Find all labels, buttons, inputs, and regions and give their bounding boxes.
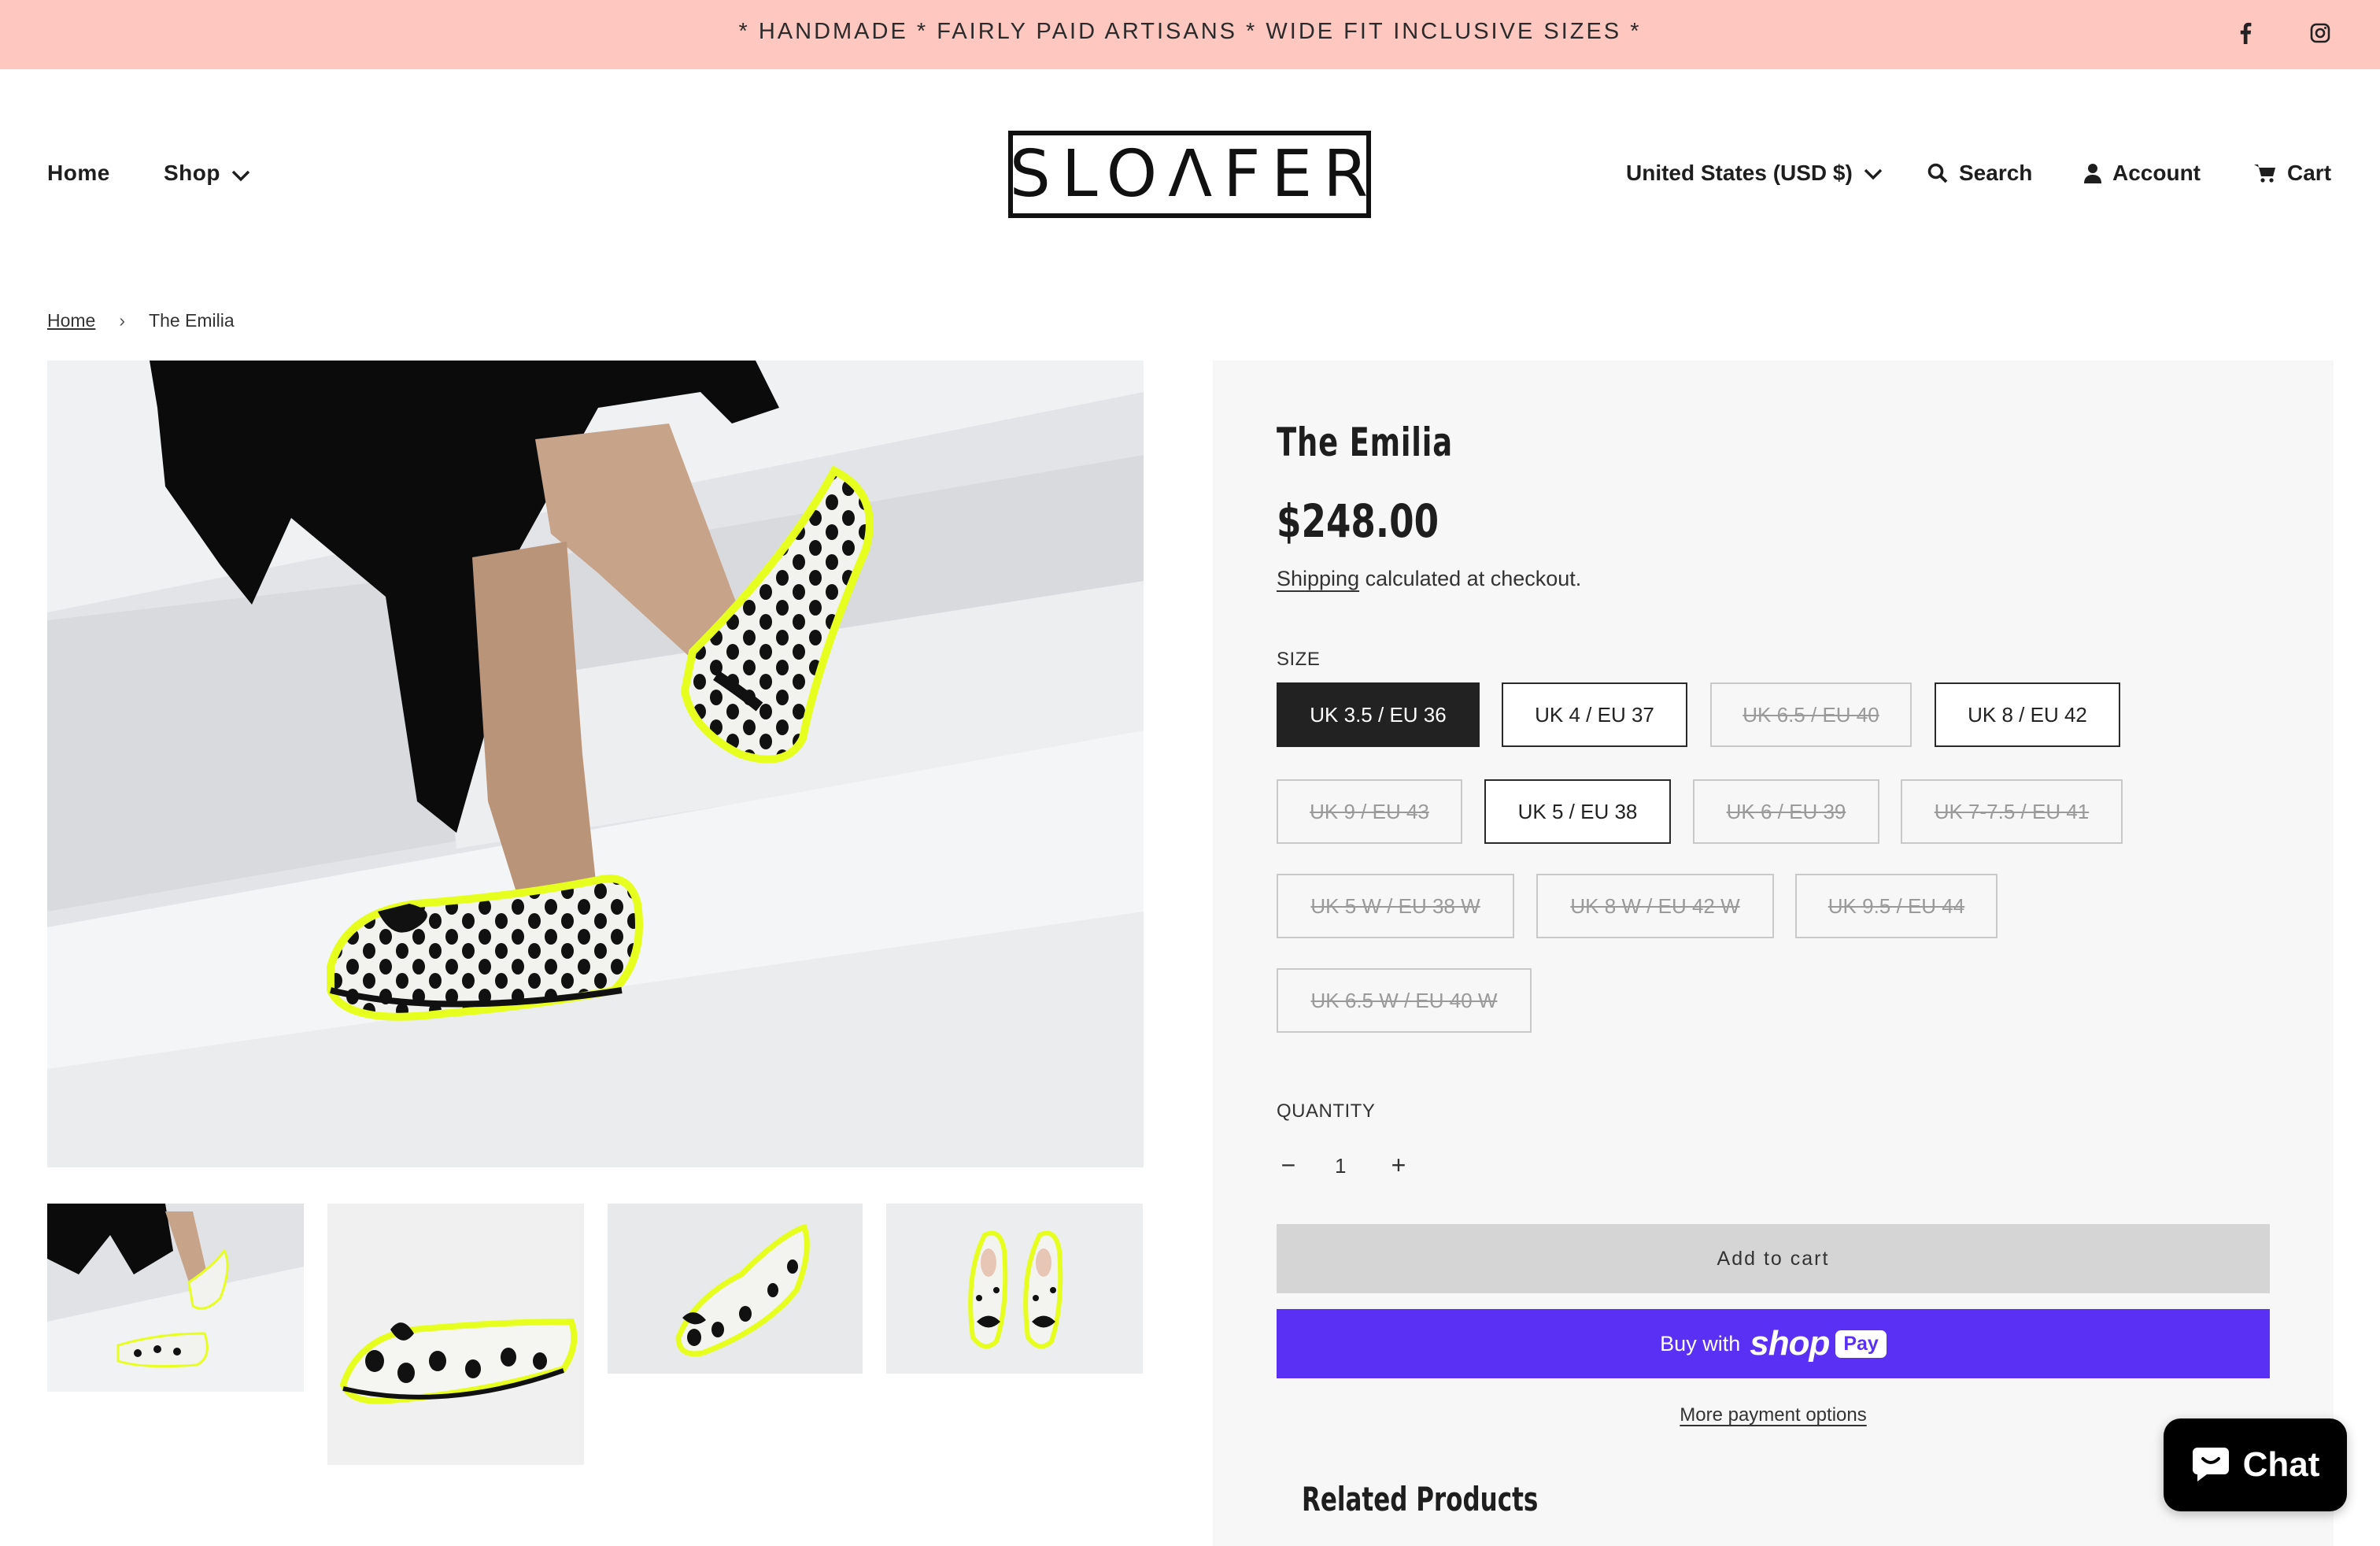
instagram-icon[interactable] [2304,17,2336,49]
search-label: Search [1959,161,2033,185]
thumbnail-3[interactable] [608,1204,863,1374]
thumbnail-2[interactable] [327,1204,584,1465]
nav-shop-label: Shop [164,161,220,185]
pay-badge: Pay [1835,1330,1887,1358]
quantity-decrease-button[interactable]: − [1277,1151,1300,1180]
size-option[interactable]: UK 9 / EU 43 [1277,779,1462,844]
account-label: Account [2112,161,2201,185]
chat-bubble-icon [2191,1444,2230,1486]
add-to-cart-label: Add to cart [1717,1247,1830,1270]
breadcrumb: Home › The Emilia [47,310,235,331]
size-option[interactable]: UK 8 / EU 42 [1935,682,2120,747]
product-title: The Emilia [1277,420,1453,465]
cart-icon [2254,163,2276,183]
product-price: $248.00 [1277,494,1439,548]
breadcrumb-home-link[interactable]: Home [47,310,95,331]
announcement-bar: * HANDMADE * FAIRLY PAID ARTISANS * WIDE… [0,0,2380,69]
size-option[interactable]: UK 4 / EU 37 [1502,682,1687,747]
chevron-down-icon [231,162,250,187]
size-option[interactable]: UK 8 W / EU 42 W [1536,874,1774,938]
main-product-image[interactable] [47,361,1144,1167]
shipping-link[interactable]: Shipping [1277,567,1359,590]
currency-selector[interactable]: United States (USD $) [1626,161,1883,186]
announcement-text: * HANDMADE * FAIRLY PAID ARTISANS * WIDE… [738,19,1642,44]
breadcrumb-separator: › [119,310,126,331]
cart-label: Cart [2287,161,2332,185]
chevron-down-icon [1864,161,1883,186]
size-option[interactable]: UK 7-7.5 / EU 41 [1901,779,2123,844]
quantity-increase-button[interactable]: + [1387,1151,1410,1180]
size-label: SIZE [1277,649,1321,670]
facebook-icon[interactable] [2230,17,2261,49]
search-icon [1927,163,1948,183]
thumbnail-photo [47,1204,304,1392]
search-button[interactable]: Search [1927,161,2032,186]
related-products-heading: Related Products [1302,1480,1539,1518]
site-logo[interactable]: SLOΛFER [1008,131,1371,218]
account-button[interactable]: Account [2084,161,2201,186]
breadcrumb-current: The Emilia [149,310,235,331]
buy-with-label: Buy with [1660,1331,1741,1356]
quantity-input[interactable]: 1 [1335,1154,1346,1178]
shipping-note: Shipping calculated at checkout. [1277,567,1581,591]
quantity-label: QUANTITY [1277,1100,1376,1122]
shop-logo-text: shop [1750,1324,1830,1363]
thumbnail-4[interactable] [886,1204,1143,1374]
chat-label: Chat [2242,1445,2320,1484]
thumbnail-1[interactable] [47,1204,304,1392]
thumbnail-photo [608,1204,863,1374]
logo-text: SLOΛFER [1009,137,1380,212]
cart-button[interactable]: Cart [2254,161,2331,186]
thumbnail-photo [327,1204,584,1465]
more-payment-options-link[interactable]: More payment options [1277,1404,2270,1426]
size-option[interactable]: UK 5 / EU 38 [1484,779,1671,844]
shop-pay-button[interactable]: Buy with shop Pay [1277,1309,2270,1378]
thumbnail-photo [886,1204,1143,1374]
currency-label: United States (USD $) [1626,161,1853,185]
size-option[interactable]: UK 5 W / EU 38 W [1277,874,1514,938]
size-option[interactable]: UK 9.5 / EU 44 [1795,874,1998,938]
nav-shop-dropdown[interactable]: Shop [164,161,250,187]
size-option[interactable]: UK 6 / EU 39 [1693,779,1879,844]
size-option[interactable]: UK 6.5 W / EU 40 W [1277,968,1532,1033]
nav-home-link[interactable]: Home [47,161,110,186]
size-option[interactable]: UK 6.5 / EU 40 [1710,682,1912,747]
shipping-text: calculated at checkout. [1359,567,1582,590]
chat-button[interactable]: Chat [2164,1418,2347,1511]
add-to-cart-button[interactable]: Add to cart [1277,1224,2270,1293]
size-option[interactable]: UK 3.5 / EU 36 [1277,682,1480,747]
product-photo-stairs [47,361,1144,1167]
user-icon [2084,163,2101,183]
